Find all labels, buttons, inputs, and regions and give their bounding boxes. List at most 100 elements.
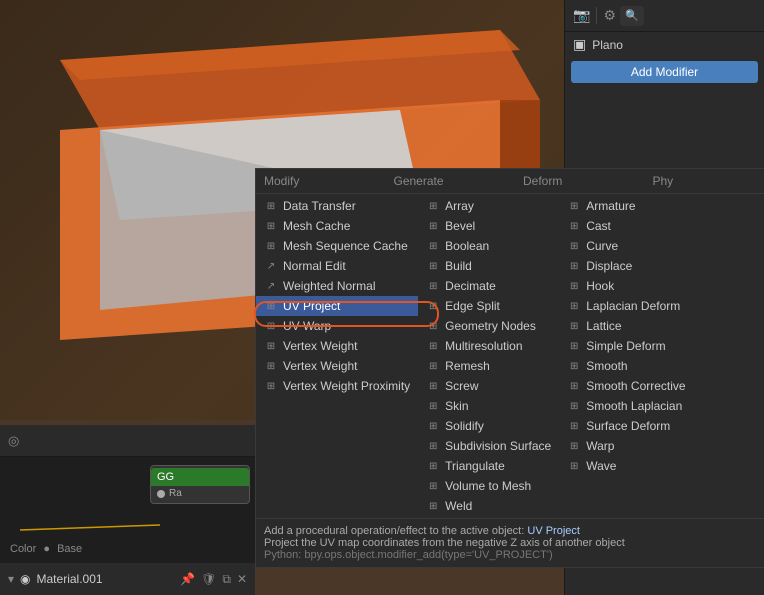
right-panel-header: 📷 ⚙ 🔍 [565, 0, 764, 32]
tooltip-area: Add a procedural operation/effect to the… [256, 518, 764, 567]
item-label: Bevel [445, 219, 475, 233]
base-label: Base [57, 543, 82, 555]
build-icon: ⊞ [426, 259, 440, 273]
uv-warp-icon: ⊞ [264, 319, 278, 333]
item-edge-split[interactable]: ⊞ Edge Split [418, 296, 559, 316]
item-uv-warp[interactable]: ⊞ UV Warp [256, 316, 418, 336]
item-vertex-weight2[interactable]: ⊞ Vertex Weight [256, 356, 418, 376]
item-curve[interactable]: ⊞ Curve [559, 236, 693, 256]
item-boolean[interactable]: ⊞ Boolean [418, 236, 559, 256]
item-label: Armature [586, 199, 635, 213]
tooltip-description: Project the UV map coordinates from the … [264, 537, 764, 549]
search-button[interactable]: 🔍 [620, 6, 644, 26]
item-label: Cast [586, 219, 611, 233]
item-simple-deform[interactable]: ⊞ Simple Deform [559, 336, 693, 356]
item-vertex-weight-proximity[interactable]: ⊞ Vertex Weight Proximity [256, 376, 418, 396]
item-warp[interactable]: ⊞ Warp [559, 436, 693, 456]
dropdown-columns: ⊞ Data Transfer ⊞ Mesh Cache ⊞ Mesh Sequ… [256, 194, 764, 518]
item-subdivision-surface[interactable]: ⊞ Subdivision Surface [418, 436, 559, 456]
shield-icon[interactable]: 🛡 [201, 572, 216, 586]
item-label: Multiresolution [445, 339, 522, 353]
item-label: Surface Deform [586, 419, 670, 433]
item-normal-edit[interactable]: ↗ Normal Edit [256, 256, 418, 276]
item-wave[interactable]: ⊞ Wave [559, 456, 693, 476]
item-label: Mesh Cache [283, 219, 350, 233]
mesh-icon: ▣ [573, 36, 586, 53]
item-label: Wave [586, 459, 616, 473]
item-lattice[interactable]: ⊞ Lattice [559, 316, 693, 336]
item-armature[interactable]: ⊞ Armature [559, 196, 693, 216]
item-triangulate[interactable]: ⊞ Triangulate [418, 456, 559, 476]
item-displace[interactable]: ⊞ Displace [559, 256, 693, 276]
item-bevel[interactable]: ⊞ Bevel [418, 216, 559, 236]
material-row: ▾ ◉ Material.001 📌 🛡 ⧉ ✕ [0, 563, 255, 595]
item-label: Screw [445, 379, 478, 393]
tooltip-line1: Add a procedural operation/effect to the… [264, 525, 764, 537]
item-mesh-seq-cache[interactable]: ⊞ Mesh Sequence Cache [256, 236, 418, 256]
item-vertex-weight1[interactable]: ⊞ Vertex Weight [256, 336, 418, 356]
col-header-modify: Modify [256, 169, 386, 193]
item-label: Decimate [445, 279, 496, 293]
node-editor: ◎ ▾ ◉ Material.001 📌 🛡 ⧉ ✕ GG Ra Color ●… [0, 425, 255, 595]
item-label: Vertex Weight Proximity [283, 379, 410, 393]
search-icon: 🔍 [625, 9, 639, 22]
item-label: UV Project [283, 299, 340, 313]
item-skin[interactable]: ⊞ Skin [418, 396, 559, 416]
item-label: Smooth [586, 359, 627, 373]
item-label: Hook [586, 279, 614, 293]
item-smooth-laplacian[interactable]: ⊞ Smooth Laplacian [559, 396, 693, 416]
item-smooth[interactable]: ⊞ Smooth [559, 356, 693, 376]
physics-column [694, 194, 764, 518]
color-label-row: Color ● Base [10, 543, 82, 555]
item-label: Triangulate [445, 459, 505, 473]
item-uv-project[interactable]: ⊞ UV Project [256, 296, 418, 316]
smooth-icon: ⊞ [567, 359, 581, 373]
item-label: Warp [586, 439, 614, 453]
camera-icon[interactable]: 📷 [573, 7, 590, 24]
item-weld[interactable]: ⊞ Weld [418, 496, 559, 516]
surface-deform-icon: ⊞ [567, 419, 581, 433]
dropdown-arrow[interactable]: ▾ [8, 572, 14, 586]
pin-icon[interactable]: 📌 [180, 572, 195, 586]
item-weighted-normal[interactable]: ↗ Weighted Normal [256, 276, 418, 296]
weighted-normal-icon: ↗ [264, 279, 278, 293]
item-array[interactable]: ⊞ Array [418, 196, 559, 216]
item-data-transfer[interactable]: ⊞ Data Transfer [256, 196, 418, 216]
item-solidify[interactable]: ⊞ Solidify [418, 416, 559, 436]
item-geometry-nodes[interactable]: ⊞ Geometry Nodes [418, 316, 559, 336]
close-icon[interactable]: ✕ [237, 572, 247, 586]
boolean-icon: ⊞ [426, 239, 440, 253]
material-icon: ◉ [20, 572, 30, 586]
dropdown-menu: Modify Generate Deform Phy ⊞ Data Transf… [255, 168, 764, 568]
item-decimate[interactable]: ⊞ Decimate [418, 276, 559, 296]
settings-icon[interactable]: ⚙ [603, 7, 616, 24]
item-screw[interactable]: ⊞ Screw [418, 376, 559, 396]
item-surface-deform[interactable]: ⊞ Surface Deform [559, 416, 693, 436]
item-label: Smooth Corrective [586, 379, 685, 393]
item-multiresolution[interactable]: ⊞ Multiresolution [418, 336, 559, 356]
item-laplacian-deform[interactable]: ⊞ Laplacian Deform [559, 296, 693, 316]
copy-icon[interactable]: ⧉ [222, 572, 231, 587]
item-mesh-cache[interactable]: ⊞ Mesh Cache [256, 216, 418, 236]
item-smooth-corrective[interactable]: ⊞ Smooth Corrective [559, 376, 693, 396]
geometry-nodes-icon: ⊞ [426, 319, 440, 333]
item-label: Skin [445, 399, 468, 413]
item-build[interactable]: ⊞ Build [418, 256, 559, 276]
dropdown-header: Modify Generate Deform Phy [256, 169, 764, 194]
add-modifier-button[interactable]: Add Modifier [571, 61, 758, 83]
item-hook[interactable]: ⊞ Hook [559, 276, 693, 296]
cast-icon: ⊞ [567, 219, 581, 233]
panel-icons: 📷 ⚙ [573, 7, 616, 24]
item-label: Geometry Nodes [445, 319, 536, 333]
warp-icon: ⊞ [567, 439, 581, 453]
item-volume-to-mesh[interactable]: ⊞ Volume to Mesh [418, 476, 559, 496]
item-cast[interactable]: ⊞ Cast [559, 216, 693, 236]
armature-icon: ⊞ [567, 199, 581, 213]
subdivision-icon: ⊞ [426, 439, 440, 453]
node-row-ra: Ra [151, 486, 249, 501]
item-label: Curve [586, 239, 618, 253]
item-remesh[interactable]: ⊞ Remesh [418, 356, 559, 376]
plano-label: Plano [592, 38, 623, 52]
node-header: GG [151, 468, 249, 486]
col-header-physics: Phy [645, 169, 764, 193]
